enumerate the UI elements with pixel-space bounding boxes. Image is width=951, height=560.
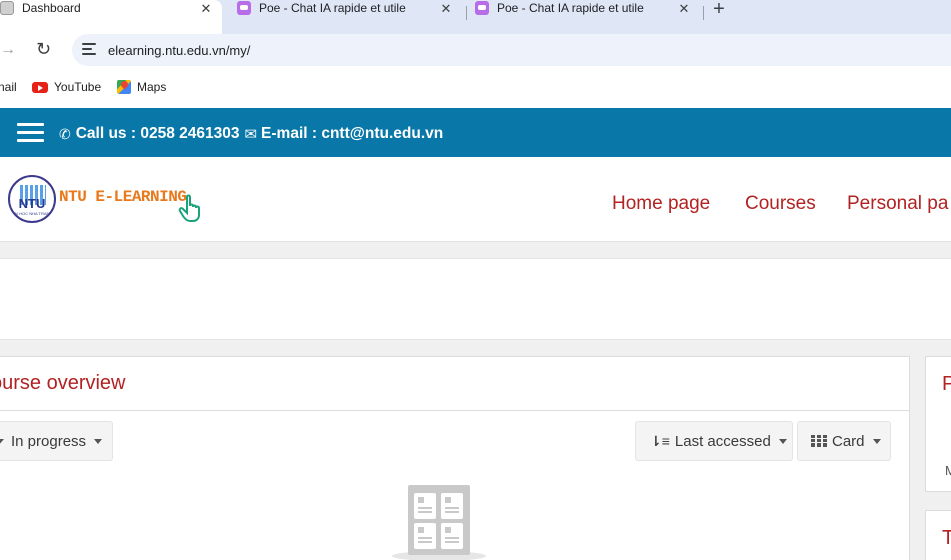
poe-icon — [475, 1, 489, 15]
nav-home-page[interactable]: Home page — [612, 193, 710, 215]
ntu-logo[interactable]: NTU ĐẠI HỌC NHA TRANG — [8, 175, 56, 223]
bookmarks-bar: nail YouTube Maps — [0, 68, 951, 108]
sort-icon: ⇂≡ — [650, 432, 670, 449]
side-block: P M — [925, 356, 951, 492]
caret-down-icon — [778, 438, 787, 444]
grouping-label: In progress — [11, 432, 87, 450]
bookmark-maps[interactable]: Maps — [117, 80, 166, 94]
close-tab-icon[interactable]: ✕ — [196, 1, 216, 17]
side-block-text: M — [945, 463, 951, 478]
site-logo-text[interactable]: NTU E-LEARNING — [59, 188, 187, 206]
url-text[interactable]: elearning.ntu.edu.vn/my/ — [108, 43, 250, 58]
new-tab-button[interactable]: + — [708, 0, 730, 21]
view-label: Card — [832, 432, 865, 450]
pointing-hand-icon — [178, 194, 200, 222]
site-header: NTU ĐẠI HỌC NHA TRANG NTU E-LEARNING Hom… — [0, 157, 951, 242]
bookmark-label: nail — [0, 80, 17, 94]
tab-poe-2[interactable]: Poe - Chat IA rapide et utile ✕ — [470, 0, 702, 34]
block-content: In progress ⇂≡ Last accessed Card — [0, 411, 909, 560]
email-text: E-mail : cntt@ntu.edu.vn — [261, 125, 444, 142]
tab-divider — [703, 6, 704, 20]
empty-courses-icon — [408, 485, 470, 555]
bookmark-youtube[interactable]: YouTube — [32, 80, 101, 94]
bookmark-label: Maps — [137, 80, 167, 94]
nav-courses[interactable]: Courses — [745, 193, 816, 215]
caret-down-icon — [872, 438, 881, 444]
tab-title: Poe - Chat IA rapide et utile — [497, 1, 644, 15]
course-overview-block: ourse overview In progress ⇂≡ Last acces… — [0, 356, 910, 560]
site-topbar: ✆ Call us : 0258 2461303 ✉ E-mail : cntt… — [0, 108, 951, 157]
bookmark-label: YouTube — [54, 80, 102, 94]
contact-info: ✆ Call us : 0258 2461303 ✉ E-mail : cntt… — [59, 125, 443, 143]
forward-arrow-icon[interactable]: → — [0, 41, 16, 59]
email-icon: ✉ — [244, 126, 258, 143]
close-tab-icon[interactable]: ✕ — [674, 1, 694, 17]
page-header-region — [0, 258, 951, 340]
browser-tab-strip: Dashboard ✕ Poe - Chat IA rapide et util… — [0, 0, 951, 34]
caret-down-icon — [94, 438, 103, 444]
nav-personal-page[interactable]: Personal pa — [847, 193, 948, 215]
bookmark-gmail[interactable]: nail — [0, 80, 17, 94]
close-tab-icon[interactable]: ✕ — [436, 1, 456, 17]
logo-badge-text: NTU — [18, 196, 46, 211]
block-header: ourse overview — [0, 357, 909, 411]
youtube-icon — [32, 81, 48, 93]
sort-label: Last accessed — [674, 432, 771, 450]
poe-icon — [237, 1, 251, 15]
phone-text: Call us : 0258 2461303 — [75, 125, 240, 142]
side-block-title: P — [942, 373, 951, 395]
menu-icon[interactable] — [17, 123, 44, 143]
maps-icon — [117, 80, 131, 94]
view-dropdown[interactable]: Card — [797, 421, 891, 461]
grid-icon — [811, 435, 827, 447]
sort-dropdown[interactable]: ⇂≡ Last accessed — [635, 421, 793, 461]
reload-icon[interactable]: ↻ — [36, 39, 51, 60]
site-info-icon[interactable] — [82, 43, 96, 57]
filter-icon — [0, 438, 4, 446]
tab-dashboard[interactable]: Dashboard ✕ — [0, 0, 222, 34]
block-title: ourse overview — [0, 372, 126, 394]
grouping-dropdown[interactable]: In progress — [0, 421, 113, 461]
tab-divider — [466, 6, 467, 20]
logo-badge-subtext: ĐẠI HỌC NHA TRANG — [11, 211, 53, 216]
tab-title: Dashboard — [22, 1, 81, 15]
phone-icon: ✆ — [59, 125, 71, 142]
tab-title: Poe - Chat IA rapide et utile — [259, 1, 406, 15]
page-icon — [0, 1, 14, 15]
tab-poe-1[interactable]: Poe - Chat IA rapide et utile ✕ — [232, 0, 464, 34]
browser-toolbar: → ↻ elearning.ntu.edu.vn/my/ — [0, 34, 951, 68]
side-block: T — [925, 510, 951, 560]
side-block-title: T — [942, 527, 951, 549]
